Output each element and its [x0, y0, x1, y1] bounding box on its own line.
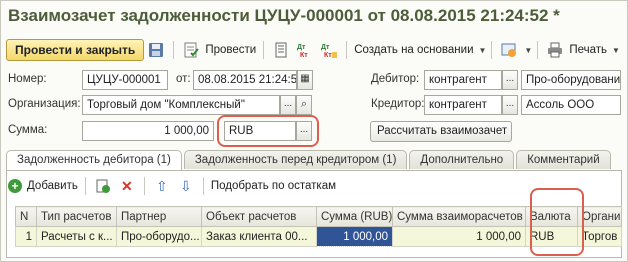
creditor-label: Кредитор:: [371, 98, 425, 110]
main-toolbar: Провести и закрыть Провести Дт Кт Дт Кт Со…: [6, 38, 620, 62]
amount-field[interactable]: 1 000,00: [82, 121, 214, 141]
toolbar-separator: [84, 177, 86, 195]
calendar-pick-button[interactable]: ▦: [297, 70, 313, 90]
column-header-currency[interactable]: Валюта: [525, 206, 578, 227]
save-icon[interactable]: [147, 41, 165, 59]
tab-bar: Задолженность дебитора (1) Задолженность…: [6, 150, 613, 171]
organization-label: Организация:: [8, 98, 81, 110]
svg-text:Кт: Кт: [300, 52, 308, 59]
settlements-table: N Тип расчетов Партнер Объект расчетов С…: [15, 206, 622, 247]
toolbar-separator: [263, 41, 265, 59]
toolbar-separator: [537, 41, 539, 59]
move-up-icon[interactable]: ⇧: [153, 177, 171, 195]
toolbar-separator: [202, 177, 204, 195]
tab-debtor-debt[interactable]: Задолженность дебитора (1): [6, 150, 182, 171]
print-button[interactable]: Печать: [569, 44, 607, 56]
cell-settlement-amount[interactable]: 1 000,00: [392, 226, 526, 247]
organization-field[interactable]: Торговый дом "Комплексный": [82, 95, 280, 115]
debtor-field[interactable]: Про-оборудование: [521, 70, 621, 90]
chevron-down-icon[interactable]: ▼: [479, 46, 487, 55]
post-and-close-button[interactable]: Провести и закрыть: [6, 39, 145, 61]
chevron-down-icon[interactable]: ▼: [524, 46, 532, 55]
add-icon[interactable]: +: [8, 179, 22, 193]
column-header-settlement-amount[interactable]: Сумма взаиморасчетов: [392, 206, 526, 227]
debtor-type-pick-button[interactable]: ...: [502, 70, 518, 90]
svg-text:Дт: Дт: [297, 44, 306, 51]
window-title: Взаимозачет задолженности ЦУЦУ-000001 от…: [8, 6, 560, 25]
column-header-settlement-object[interactable]: Объект расчетов: [201, 206, 317, 227]
currency-field[interactable]: RUB: [224, 121, 296, 141]
column-header-settlement-type[interactable]: Тип расчетов: [36, 206, 117, 227]
tab-comment[interactable]: Комментарий: [516, 150, 611, 169]
table-header-row: N Тип расчетов Партнер Объект расчетов С…: [15, 206, 622, 227]
amount-label: Сумма:: [8, 124, 48, 136]
fill-by-balances-button[interactable]: Подобрать по остаткам: [211, 180, 336, 192]
move-down-icon[interactable]: ⇩: [177, 177, 195, 195]
post-button-label[interactable]: Провести: [205, 44, 256, 56]
currency-pick-button[interactable]: ...: [296, 121, 312, 141]
debit-credit-report-icon[interactable]: Дт Кт: [320, 41, 338, 59]
cell-settlement-object[interactable]: Заказ клиента 00...: [201, 226, 317, 247]
delete-icon[interactable]: ✕: [118, 177, 136, 195]
add-button[interactable]: Добавить: [27, 180, 78, 192]
chevron-down-icon[interactable]: ▼: [612, 46, 620, 55]
toolbar-separator: [143, 177, 145, 195]
date-label: от:: [176, 73, 191, 85]
create-based-on-button[interactable]: Создать на основании: [354, 44, 473, 56]
organization-pick-button[interactable]: ...: [280, 95, 296, 115]
column-header-amount[interactable]: Сумма (RUB): [316, 206, 393, 227]
svg-text:Кт: Кт: [324, 52, 332, 59]
creditor-type-pick-button[interactable]: ...: [502, 95, 518, 115]
cell-organization[interactable]: Торгов: [577, 226, 622, 247]
debtor-label: Дебитор:: [371, 73, 420, 85]
cell-currency[interactable]: RUB: [525, 226, 578, 247]
debit-credit-icon[interactable]: Дт Кт: [296, 41, 314, 59]
tab-creditor-debt[interactable]: Задолженность перед кредитором (1): [183, 150, 408, 169]
svg-text:Дт: Дт: [321, 44, 330, 51]
toolbar-separator: [491, 41, 493, 59]
debtor-type-field[interactable]: контрагент: [424, 70, 502, 90]
toolbar-separator: [346, 41, 348, 59]
post-document-icon[interactable]: [182, 41, 200, 59]
search-icon[interactable]: ⌕: [296, 95, 312, 115]
creditor-field[interactable]: Ассоль ООО: [521, 95, 621, 115]
copy-row-icon[interactable]: [94, 177, 112, 195]
tab-additional[interactable]: Дополнительно: [409, 150, 515, 169]
number-field[interactable]: ЦУЦУ-000001: [82, 70, 168, 90]
creditor-type-field[interactable]: контрагент: [424, 95, 502, 115]
column-header-organization[interactable]: Органи: [577, 206, 622, 227]
date-field[interactable]: 08.08.2015 21:24:52: [193, 70, 297, 90]
table-toolbar: + Добавить ✕ ⇧ ⇩ Подобрать по остаткам: [8, 176, 338, 196]
journal-icon[interactable]: [272, 41, 290, 59]
column-header-number[interactable]: N: [15, 206, 37, 227]
number-label: Номер:: [8, 73, 47, 85]
cell-settlement-type[interactable]: Расчеты с к...: [36, 226, 117, 247]
toolbar-separator: [173, 41, 175, 59]
structure-icon[interactable]: [500, 41, 518, 59]
table-row[interactable]: 1 Расчеты с к... Про-оборудо... Заказ кл…: [15, 226, 622, 247]
cell-amount[interactable]: 1 000,00: [316, 226, 393, 247]
cell-number[interactable]: 1: [15, 226, 37, 247]
printer-icon[interactable]: [546, 41, 564, 59]
calculate-offset-button[interactable]: Рассчитать взаимозачет: [370, 121, 512, 142]
column-header-partner[interactable]: Партнер: [116, 206, 202, 227]
cell-partner[interactable]: Про-оборудо...: [116, 226, 202, 247]
